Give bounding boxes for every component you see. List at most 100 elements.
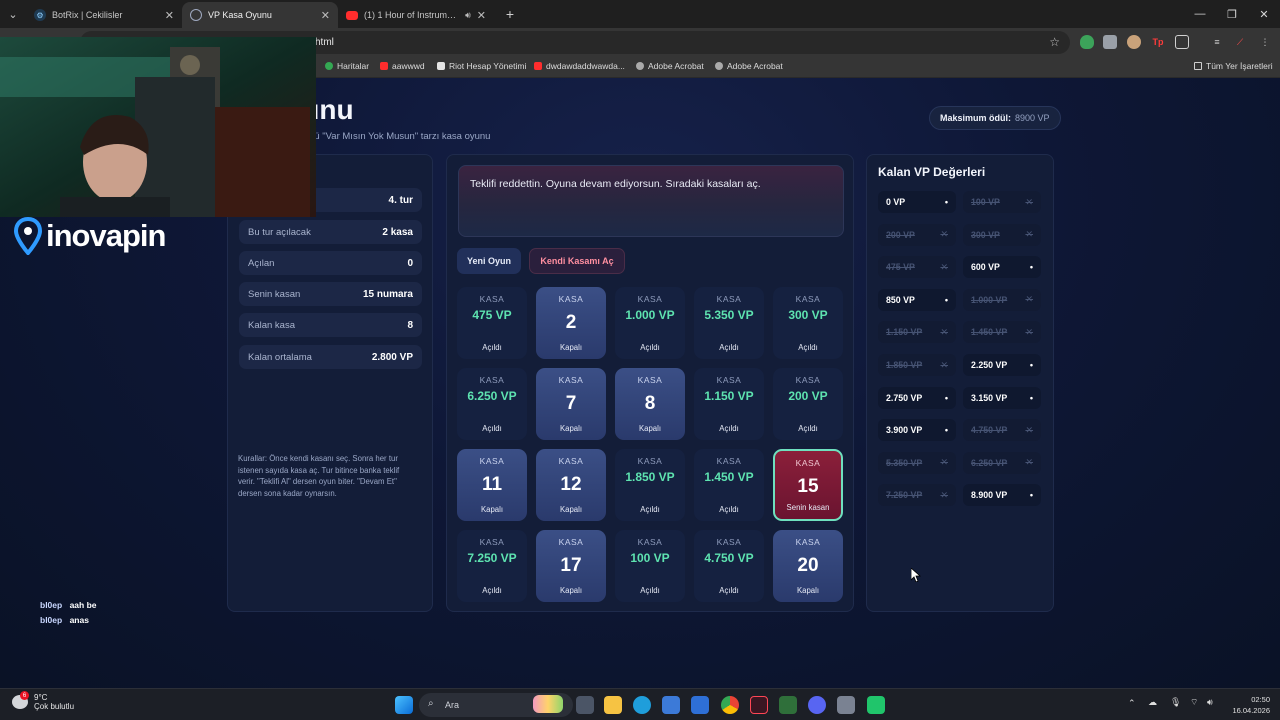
case-5: KASA 300 VP Açıldı — [773, 287, 843, 359]
close-icon[interactable]: ✕ — [321, 9, 330, 22]
vp-value-item: 1.000 VP ✕ — [963, 288, 1041, 311]
case-kasa-label: KASA — [637, 456, 663, 466]
bookmark-item[interactable]: Adobe Acrobat — [636, 61, 704, 71]
vp-amount: 1.450 VP — [971, 327, 1008, 338]
tab-botrix[interactable]: ⚙ BotRix | Cekilisler ✕ — [26, 2, 182, 28]
tab-search-button[interactable]: ⌄ — [0, 0, 26, 28]
case-11[interactable]: KASA 11 Kapalı — [457, 449, 527, 521]
extension-icon[interactable] — [1103, 35, 1117, 49]
case-13: KASA 1.850 VP Açıldı — [615, 449, 685, 521]
settings-icon[interactable] — [837, 696, 855, 714]
case-8[interactable]: KASA 8 Kapalı — [615, 368, 685, 440]
clock[interactable]: 02:50 16.04.2026 — [1232, 694, 1270, 716]
chrome-icon[interactable] — [721, 696, 739, 714]
close-window-icon[interactable]: ✕ — [1248, 0, 1280, 28]
shield-extension-icon[interactable] — [1080, 35, 1094, 49]
search-icon: ⌕ — [428, 698, 434, 709]
bookmark-item[interactable]: Adobe Acrobat — [715, 61, 783, 71]
dot-icon: • — [1029, 262, 1033, 273]
case-prize-value: 300 VP — [788, 308, 828, 322]
windows-start-icon[interactable] — [395, 696, 413, 714]
case-20[interactable]: KASA 20 Kapalı — [773, 530, 843, 602]
discord-icon[interactable] — [808, 696, 826, 714]
dot-icon: • — [1029, 490, 1033, 501]
maximize-icon[interactable]: ❐ — [1216, 0, 1248, 28]
vp-amount: 0 VP — [886, 197, 906, 207]
media-controls-icon[interactable]: ≡ — [1210, 35, 1224, 49]
dot-icon: • — [944, 197, 948, 207]
cross-icon: ✕ — [1025, 229, 1033, 240]
case-prize-value: 475 VP — [472, 308, 512, 322]
game-app-icon[interactable] — [867, 696, 885, 714]
case-status: Senin kasan — [786, 503, 830, 512]
case-prize-value: 1.450 VP — [704, 470, 754, 484]
store-icon[interactable] — [662, 696, 680, 714]
close-icon[interactable]: ✕ — [477, 9, 486, 22]
vp-value-item: 2.250 VP • — [963, 354, 1041, 376]
temperature: 9°C — [34, 693, 48, 702]
case-16: KASA 7.250 VP Açıldı — [457, 530, 527, 602]
vp-value-item: 6.250 VP ✕ — [963, 451, 1041, 474]
tab-youtube[interactable]: (1) 1 Hour of Instrumental 🔊︎ ✕ — [338, 2, 494, 28]
volume-icon[interactable]: 🔊︎ — [1207, 697, 1213, 708]
microphone-icon[interactable]: 🎙︎ — [1170, 697, 1181, 708]
bookmark-star-icon[interactable]: ☆ — [1049, 35, 1060, 49]
vp-amount: 1.850 VP — [886, 360, 923, 370]
remaining-values-panel: Kalan VP Değerleri 0 VP • 100 VP ✕ 200 VP ✕ 30… — [866, 154, 1054, 612]
case-status: Kapalı — [559, 586, 583, 595]
flower-widget-icon[interactable] — [533, 695, 563, 713]
tp-extension-icon[interactable]: Tp — [1151, 35, 1165, 49]
case-19: KASA 4.750 VP Açıldı — [694, 530, 764, 602]
youtube-icon — [346, 10, 358, 20]
chat-user: bl0ep — [40, 600, 63, 610]
vp-value-item: 200 VP ✕ — [878, 223, 956, 246]
case-prize-value: 1.850 VP — [625, 470, 675, 484]
cross-icon: ✕ — [940, 457, 948, 468]
vp-amount: 3.150 VP — [971, 392, 1008, 403]
case-status: Kapalı — [559, 424, 583, 433]
dot-icon: • — [944, 294, 948, 305]
close-icon[interactable]: ✕ — [165, 9, 174, 22]
bookmark-item[interactable]: Haritalar — [325, 61, 369, 71]
case-17[interactable]: KASA 17 Kapalı — [536, 530, 606, 602]
file-explorer-icon[interactable] — [604, 696, 622, 714]
all-bookmarks[interactable]: Tüm Yer İşaretleri — [1194, 61, 1273, 71]
new-tab-button[interactable]: + — [498, 2, 522, 26]
app-icon[interactable] — [779, 696, 797, 714]
menu-icon[interactable]: ⋮ — [1258, 35, 1272, 49]
wifi-icon[interactable]: ⌔ — [1190, 697, 1198, 708]
case-2[interactable]: KASA 2 Kapalı — [536, 287, 606, 359]
speaker-icon[interactable]: 🔊︎ — [465, 10, 471, 21]
bookmark-label: aawwwd — [392, 61, 425, 71]
puzzle-icon[interactable] — [1175, 35, 1189, 49]
profile-icon[interactable]: ⟋ — [1233, 35, 1247, 49]
remaining-values-title: Kalan VP Değerleri — [878, 165, 986, 179]
case-kasa-label: KASA — [637, 537, 663, 547]
tab-vp-kasa[interactable]: VP Kasa Oyunu ✕ — [182, 2, 338, 28]
new-game-button[interactable]: Yeni Oyun — [457, 248, 521, 274]
open-own-case-button[interactable]: Kendi Kasamı Aç — [529, 248, 625, 274]
dot-icon: • — [944, 392, 948, 403]
network-icon[interactable]: ☁ — [1148, 697, 1157, 708]
cross-icon: ✕ — [940, 261, 948, 272]
bookmark-item[interactable]: dwdawdaddwawda... — [534, 61, 625, 71]
task-view-icon[interactable] — [576, 696, 594, 714]
mail-icon[interactable] — [691, 696, 709, 714]
chevron-up-icon[interactable]: ⌃ — [1128, 698, 1136, 709]
edge-icon[interactable] — [633, 696, 651, 714]
case-status: Açıldı — [482, 343, 502, 352]
case-kasa-label: KASA — [558, 375, 584, 385]
case-number: 15 — [797, 476, 819, 497]
cookie-extension-icon[interactable] — [1127, 35, 1141, 49]
case-7[interactable]: KASA 7 Kapalı — [536, 368, 606, 440]
case-15[interactable]: KASA 15 Senin kasan — [773, 449, 843, 521]
cross-icon: ✕ — [1025, 196, 1033, 207]
minimize-icon[interactable]: — — [1184, 0, 1216, 28]
valorant-icon[interactable] — [750, 696, 768, 714]
bookmark-item[interactable]: aawwwd — [380, 61, 425, 71]
gear-icon: ⚙ — [34, 9, 46, 21]
case-kasa-label: KASA — [795, 294, 821, 304]
vp-amount: 100 VP — [971, 197, 1000, 207]
bookmark-item[interactable]: Riot Hesap Yönetimi — [437, 61, 526, 71]
case-12[interactable]: KASA 12 Kapalı — [536, 449, 606, 521]
